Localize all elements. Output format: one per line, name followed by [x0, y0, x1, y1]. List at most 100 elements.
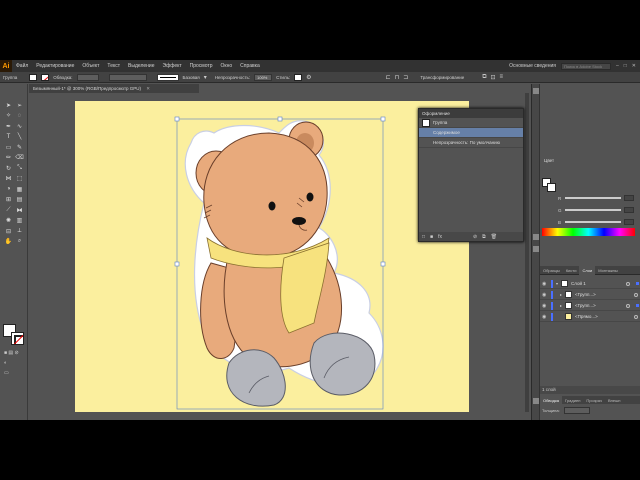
style-swatch[interactable]	[294, 73, 303, 81]
menu-object[interactable]: Объект	[78, 63, 103, 69]
fill-swatch[interactable]	[29, 73, 38, 81]
free-transform-tool-icon[interactable]: ⬚	[14, 174, 25, 185]
menu-view[interactable]: Просмотр	[186, 63, 217, 69]
color-panel-title[interactable]: Цвет	[544, 157, 554, 165]
color-spectrum[interactable]	[542, 228, 635, 236]
pen-tool-icon[interactable]: ✒	[3, 121, 14, 132]
align-right-icon[interactable]: ⊐	[403, 74, 408, 81]
swatches-panel-icon[interactable]	[533, 234, 539, 240]
blend-tool-icon[interactable]: ⧓	[14, 205, 25, 216]
appearance-row-opacity[interactable]: Непрозрачность: По умолчанию	[419, 138, 523, 148]
expand-triangle-icon[interactable]: ▸	[560, 303, 562, 308]
selection-tool-icon[interactable]: ➤	[3, 100, 14, 111]
width-tool-icon[interactable]: ⋈	[3, 174, 14, 185]
eye-icon[interactable]: ◉	[542, 314, 548, 320]
tab-artboards[interactable]: Монтажны	[595, 266, 621, 275]
gradient-tool-icon[interactable]: ▤	[14, 195, 25, 206]
slice-tool-icon[interactable]: ⟂	[14, 226, 25, 237]
menu-select[interactable]: Выделение	[124, 63, 159, 69]
stroke-panel-icon[interactable]	[533, 398, 539, 404]
slider-track[interactable]	[565, 221, 621, 223]
color-slider-b[interactable]: B	[558, 219, 634, 225]
clear-appearance-icon[interactable]: ⊘	[473, 234, 477, 240]
color-stroke-box[interactable]	[547, 183, 556, 192]
rectangle-tool-icon[interactable]: ▭	[3, 142, 14, 153]
target-icon[interactable]	[626, 303, 630, 308]
layer-name[interactable]: Слой 1	[571, 281, 586, 286]
graph-tool-icon[interactable]: ▥	[14, 216, 25, 227]
tab-brushes[interactable]: Кисти	[563, 266, 580, 275]
workspace-switcher[interactable]: Основные сведения	[509, 63, 556, 69]
scale-tool-icon[interactable]: ⤡	[14, 163, 25, 174]
zoom-tool-icon[interactable]: ⌕	[14, 237, 25, 248]
selection-indicator[interactable]	[636, 304, 639, 307]
magic-wand-tool-icon[interactable]: ✧	[3, 111, 14, 122]
hand-tool-icon[interactable]: ✋	[3, 237, 14, 248]
close-icon[interactable]: ✕	[146, 86, 150, 91]
slider-track[interactable]	[565, 209, 621, 211]
target-icon[interactable]	[634, 292, 638, 297]
color-mode-icons[interactable]: ■ ▤ ⊘	[4, 350, 19, 356]
eraser-tool-icon[interactable]: ⌫	[14, 153, 25, 164]
paintbrush-tool-icon[interactable]: ✎	[14, 142, 25, 153]
tab-gradient[interactable]: Градиен	[562, 396, 583, 405]
curvature-tool-icon[interactable]: ∿	[14, 121, 25, 132]
expand-triangle-icon[interactable]: ▸	[560, 292, 562, 297]
tab-transparency[interactable]: Прозрач	[583, 396, 605, 405]
artboard-tool-icon[interactable]: ⊟	[3, 226, 14, 237]
tab-stroke[interactable]: Обводка	[540, 395, 563, 405]
add-effect-icon[interactable]: fx	[438, 234, 442, 240]
target-icon[interactable]	[626, 281, 630, 286]
stock-search-input[interactable]: Поиск в Adobe Stock	[560, 62, 611, 70]
slider-track[interactable]	[565, 197, 621, 199]
layer-row[interactable]: ◉ <Прямо...>	[540, 312, 640, 322]
rotate-tool-icon[interactable]: ↻	[3, 163, 14, 174]
layer-row[interactable]: ◉ ▸ <Групп...>	[540, 301, 640, 311]
direct-selection-tool-icon[interactable]: ➢	[14, 100, 25, 111]
lasso-tool-icon[interactable]: ◌	[14, 111, 25, 122]
color-panel-icon[interactable]	[533, 88, 539, 94]
menu-help[interactable]: Справка	[236, 63, 264, 69]
menu-effect[interactable]: Эффект	[159, 63, 186, 69]
transform-label[interactable]: Трансформирование	[420, 75, 464, 80]
channel-value[interactable]	[624, 207, 634, 213]
variable-width-field[interactable]	[108, 73, 147, 81]
appearance-panel-title[interactable]: Оформление	[419, 109, 523, 118]
eyedropper-tool-icon[interactable]: ⟋	[3, 205, 14, 216]
stroke-color-box[interactable]	[11, 332, 24, 345]
trash-icon[interactable]: 🗑	[491, 234, 497, 240]
stroke-swatch[interactable]	[41, 73, 50, 81]
opacity-field[interactable]: 100%	[254, 73, 273, 81]
tab-layers[interactable]: Слои	[579, 265, 596, 275]
tab-swatches[interactable]: Образцы	[540, 266, 563, 275]
draw-mode-icon[interactable]: ◐	[4, 360, 7, 366]
eye-icon[interactable]: ◉	[542, 292, 548, 298]
fill-stroke-widget[interactable]	[3, 324, 25, 346]
stroke-weight-input[interactable]	[564, 407, 590, 414]
new-stroke-icon[interactable]: □	[422, 234, 425, 240]
mesh-tool-icon[interactable]: ⊞	[3, 195, 14, 206]
channel-value[interactable]	[624, 195, 634, 201]
minimize-button[interactable]: –	[616, 63, 619, 69]
layer-row[interactable]: ◉ ▾ Слой 1	[540, 279, 640, 289]
menu-type[interactable]: Текст	[103, 63, 124, 69]
shape-builder-tool-icon[interactable]: ◑	[3, 184, 14, 195]
recolor-icon[interactable]: ⚙	[306, 74, 311, 81]
vertical-scrollbar[interactable]	[525, 93, 529, 412]
layers-panel-icon[interactable]	[533, 246, 539, 252]
layer-name[interactable]: <Групп...>	[575, 303, 596, 308]
duplicate-item-icon[interactable]: ⧉	[482, 234, 486, 240]
menu-file[interactable]: Файл	[12, 63, 32, 69]
pencil-tool-icon[interactable]: ✏	[3, 153, 14, 164]
color-slider-g[interactable]: G	[558, 207, 634, 213]
perspective-grid-tool-icon[interactable]: ▦	[14, 184, 25, 195]
align-left-icon[interactable]: ⊏	[386, 74, 391, 81]
channel-value[interactable]	[624, 219, 634, 225]
line-tool-icon[interactable]: ╲	[14, 132, 25, 143]
tab-appearance[interactable]: Внешн	[605, 396, 624, 405]
stroke-weight-field[interactable]	[76, 73, 99, 81]
eye-icon[interactable]: ◉	[542, 303, 548, 309]
color-fill-stroke[interactable]	[542, 178, 556, 192]
appearance-row-contents[interactable]: Содержимое	[419, 128, 523, 138]
type-tool-icon[interactable]: T	[3, 132, 14, 143]
